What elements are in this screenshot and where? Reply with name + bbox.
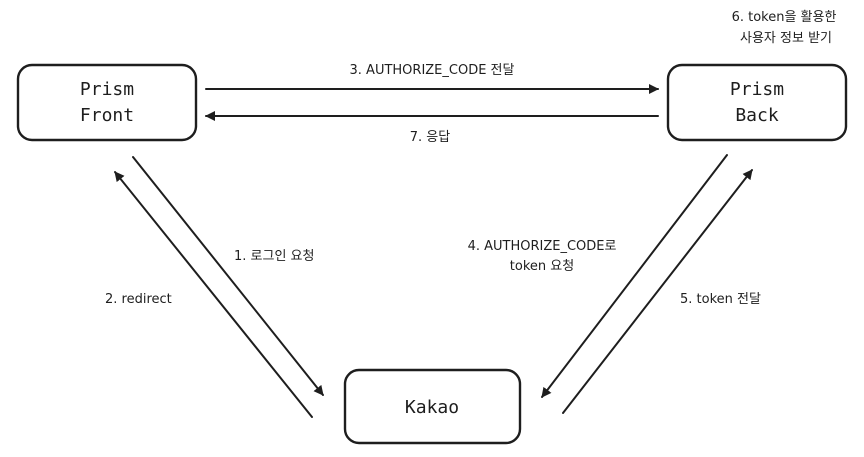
node-prism-front-line2: Front <box>80 105 134 126</box>
flow-diagram: Prism Front Prism Back Kakao 3. AUTHORIZ… <box>16 10 848 445</box>
edge-5-label: 5. token 전달 <box>680 292 761 307</box>
node-kakao: Kakao <box>343 368 522 445</box>
node-prism-back-line1: Prism <box>730 79 784 100</box>
edge-7-label: 7. 응답 <box>410 130 450 145</box>
edge-3-label: 3. AUTHORIZE_CODE 전달 <box>350 63 515 78</box>
edge-1-label: 1. 로그인 요청 <box>234 249 314 264</box>
node-prism-front-line1: Prism <box>80 79 134 100</box>
edge-4-label-line1: 4. AUTHORIZE_CODE로 <box>468 239 617 254</box>
edge-2-label: 2. redirect <box>105 292 172 307</box>
node-prism-back-line2: Back <box>735 105 779 126</box>
node-prism-front: Prism Front <box>16 63 198 142</box>
edge-4-arrow <box>541 154 728 398</box>
step-6-label-line2: 사용자 정보 받기 <box>740 31 832 46</box>
step-6-label-line1: 6. token을 활용한 <box>732 10 837 25</box>
edge-4-label-line2: token 요청 <box>510 259 574 274</box>
node-prism-back: Prism Back <box>666 63 848 142</box>
edge-1-arrow <box>132 156 324 396</box>
node-kakao-label: Kakao <box>405 397 459 418</box>
